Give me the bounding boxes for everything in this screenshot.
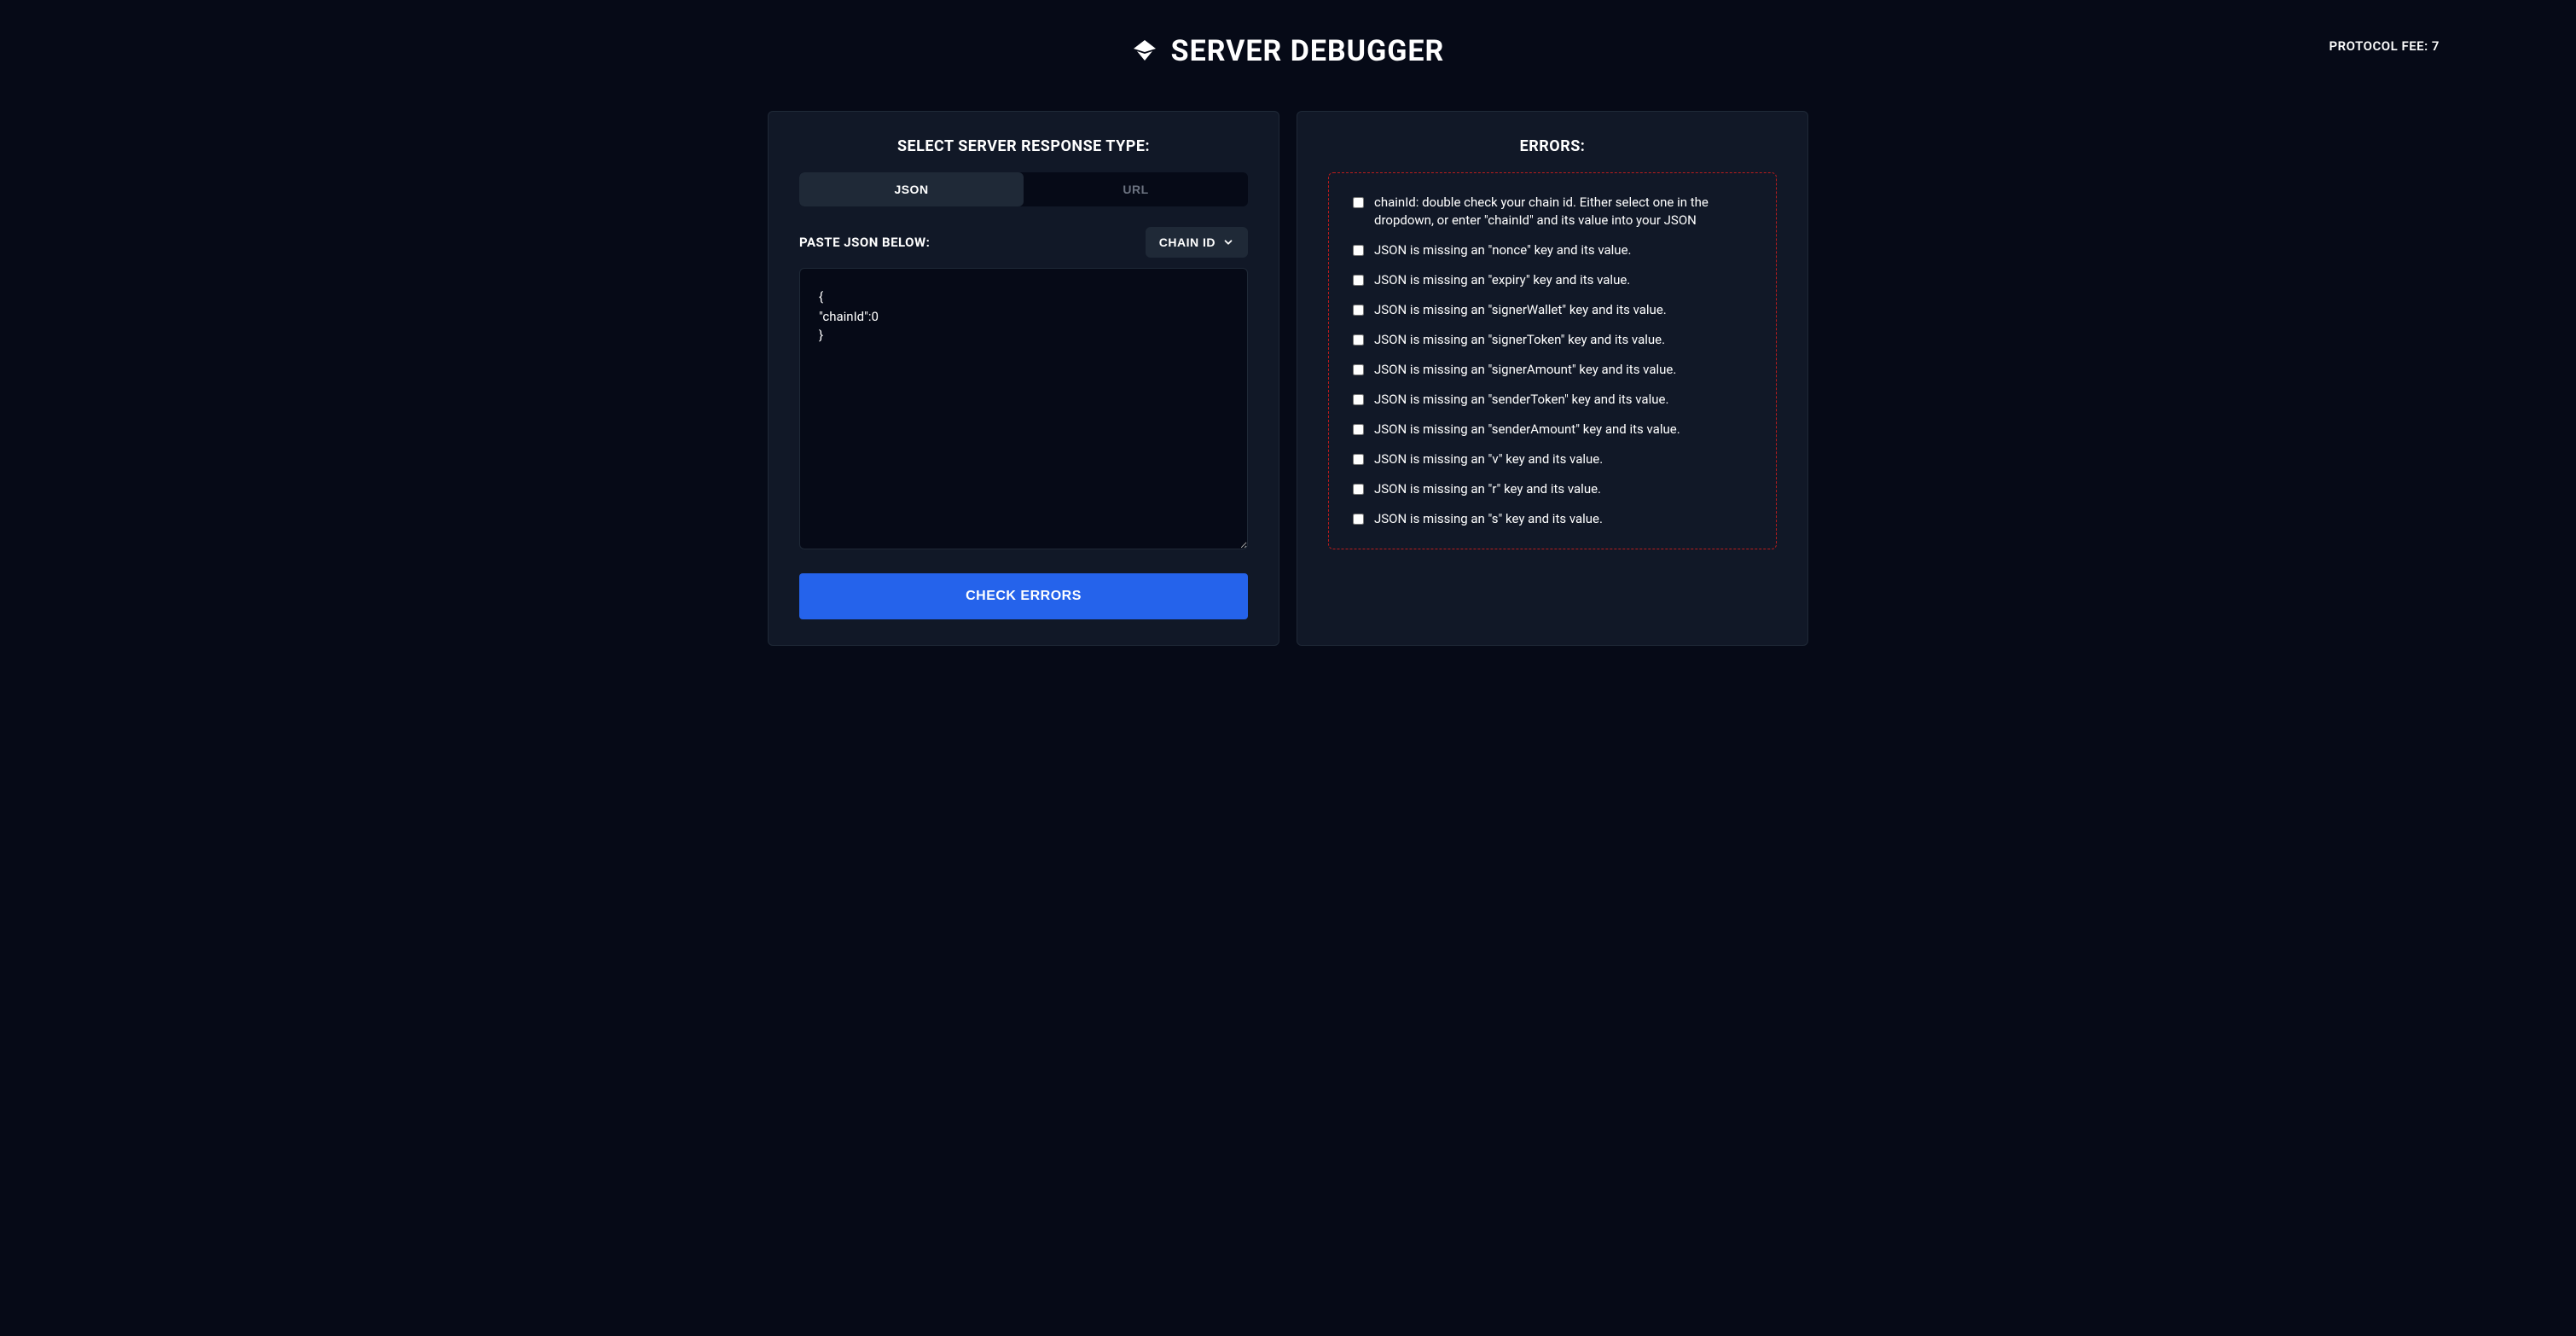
error-checkbox[interactable] — [1353, 454, 1364, 465]
error-text: JSON is missing an "senderAmount" key an… — [1374, 421, 1752, 439]
error-text: JSON is missing an "senderToken" key and… — [1374, 391, 1752, 409]
error-item: JSON is missing an "signerToken" key and… — [1353, 331, 1752, 349]
header: SERVER DEBUGGER PROTOCOL FEE: 7 — [17, 17, 2559, 85]
input-panel-title: SELECT SERVER RESPONSE TYPE: — [799, 137, 1248, 155]
error-item: JSON is missing an "s" key and its value… — [1353, 510, 1752, 528]
error-item: JSON is missing an "expiry" key and its … — [1353, 271, 1752, 289]
main-container: SELECT SERVER RESPONSE TYPE: JSON URL PA… — [768, 111, 1808, 646]
error-item: JSON is missing an "r" key and its value… — [1353, 480, 1752, 498]
error-text: JSON is missing an "nonce" key and its v… — [1374, 241, 1752, 259]
error-checkbox[interactable] — [1353, 275, 1364, 286]
input-header-row: PASTE JSON BELOW: CHAIN ID — [799, 227, 1248, 258]
error-item: JSON is missing an "signerAmount" key an… — [1353, 361, 1752, 379]
errors-panel: ERRORS: chainId: double check your chain… — [1297, 111, 1808, 646]
error-checkbox[interactable] — [1353, 484, 1364, 495]
error-text: JSON is missing an "s" key and its value… — [1374, 510, 1752, 528]
page-title: SERVER DEBUGGER — [1171, 34, 1445, 68]
error-checkbox[interactable] — [1353, 364, 1364, 375]
error-checkbox[interactable] — [1353, 305, 1364, 316]
error-item: chainId: double check your chain id. Eit… — [1353, 194, 1752, 229]
error-checkbox[interactable] — [1353, 514, 1364, 525]
check-errors-button[interactable]: CHECK ERRORS — [799, 573, 1248, 619]
error-checkbox[interactable] — [1353, 424, 1364, 435]
error-item: JSON is missing an "nonce" key and its v… — [1353, 241, 1752, 259]
error-text: JSON is missing an "v" key and its value… — [1374, 450, 1752, 468]
json-input-label: PASTE JSON BELOW: — [799, 235, 930, 250]
error-text: JSON is missing an "signerAmount" key an… — [1374, 361, 1752, 379]
error-text: JSON is missing an "signerToken" key and… — [1374, 331, 1752, 349]
protocol-fee-label: PROTOCOL FEE: 7 — [2329, 38, 2440, 54]
errors-panel-title: ERRORS: — [1328, 137, 1777, 155]
chain-id-dropdown[interactable]: CHAIN ID — [1146, 227, 1248, 258]
error-text: JSON is missing an "signerWallet" key an… — [1374, 301, 1752, 319]
response-type-toggle: JSON URL — [799, 172, 1248, 206]
error-text: chainId: double check your chain id. Eit… — [1374, 194, 1752, 229]
error-item: JSON is missing an "signerWallet" key an… — [1353, 301, 1752, 319]
error-text: JSON is missing an "expiry" key and its … — [1374, 271, 1752, 289]
error-text: JSON is missing an "r" key and its value… — [1374, 480, 1752, 498]
errors-box: chainId: double check your chain id. Eit… — [1328, 172, 1777, 549]
app-logo-icon — [1132, 38, 1157, 64]
json-input[interactable] — [799, 268, 1248, 549]
error-checkbox[interactable] — [1353, 394, 1364, 405]
error-item: JSON is missing an "senderAmount" key an… — [1353, 421, 1752, 439]
logo-title-group: SERVER DEBUGGER — [1132, 34, 1445, 68]
chain-id-dropdown-label: CHAIN ID — [1159, 235, 1215, 249]
error-item: JSON is missing an "v" key and its value… — [1353, 450, 1752, 468]
chevron-down-icon — [1222, 236, 1234, 248]
error-checkbox[interactable] — [1353, 197, 1364, 208]
error-item: JSON is missing an "senderToken" key and… — [1353, 391, 1752, 409]
toggle-json-button[interactable]: JSON — [799, 172, 1024, 206]
input-panel: SELECT SERVER RESPONSE TYPE: JSON URL PA… — [768, 111, 1279, 646]
error-checkbox[interactable] — [1353, 334, 1364, 346]
toggle-url-button[interactable]: URL — [1024, 172, 1248, 206]
error-checkbox[interactable] — [1353, 245, 1364, 256]
